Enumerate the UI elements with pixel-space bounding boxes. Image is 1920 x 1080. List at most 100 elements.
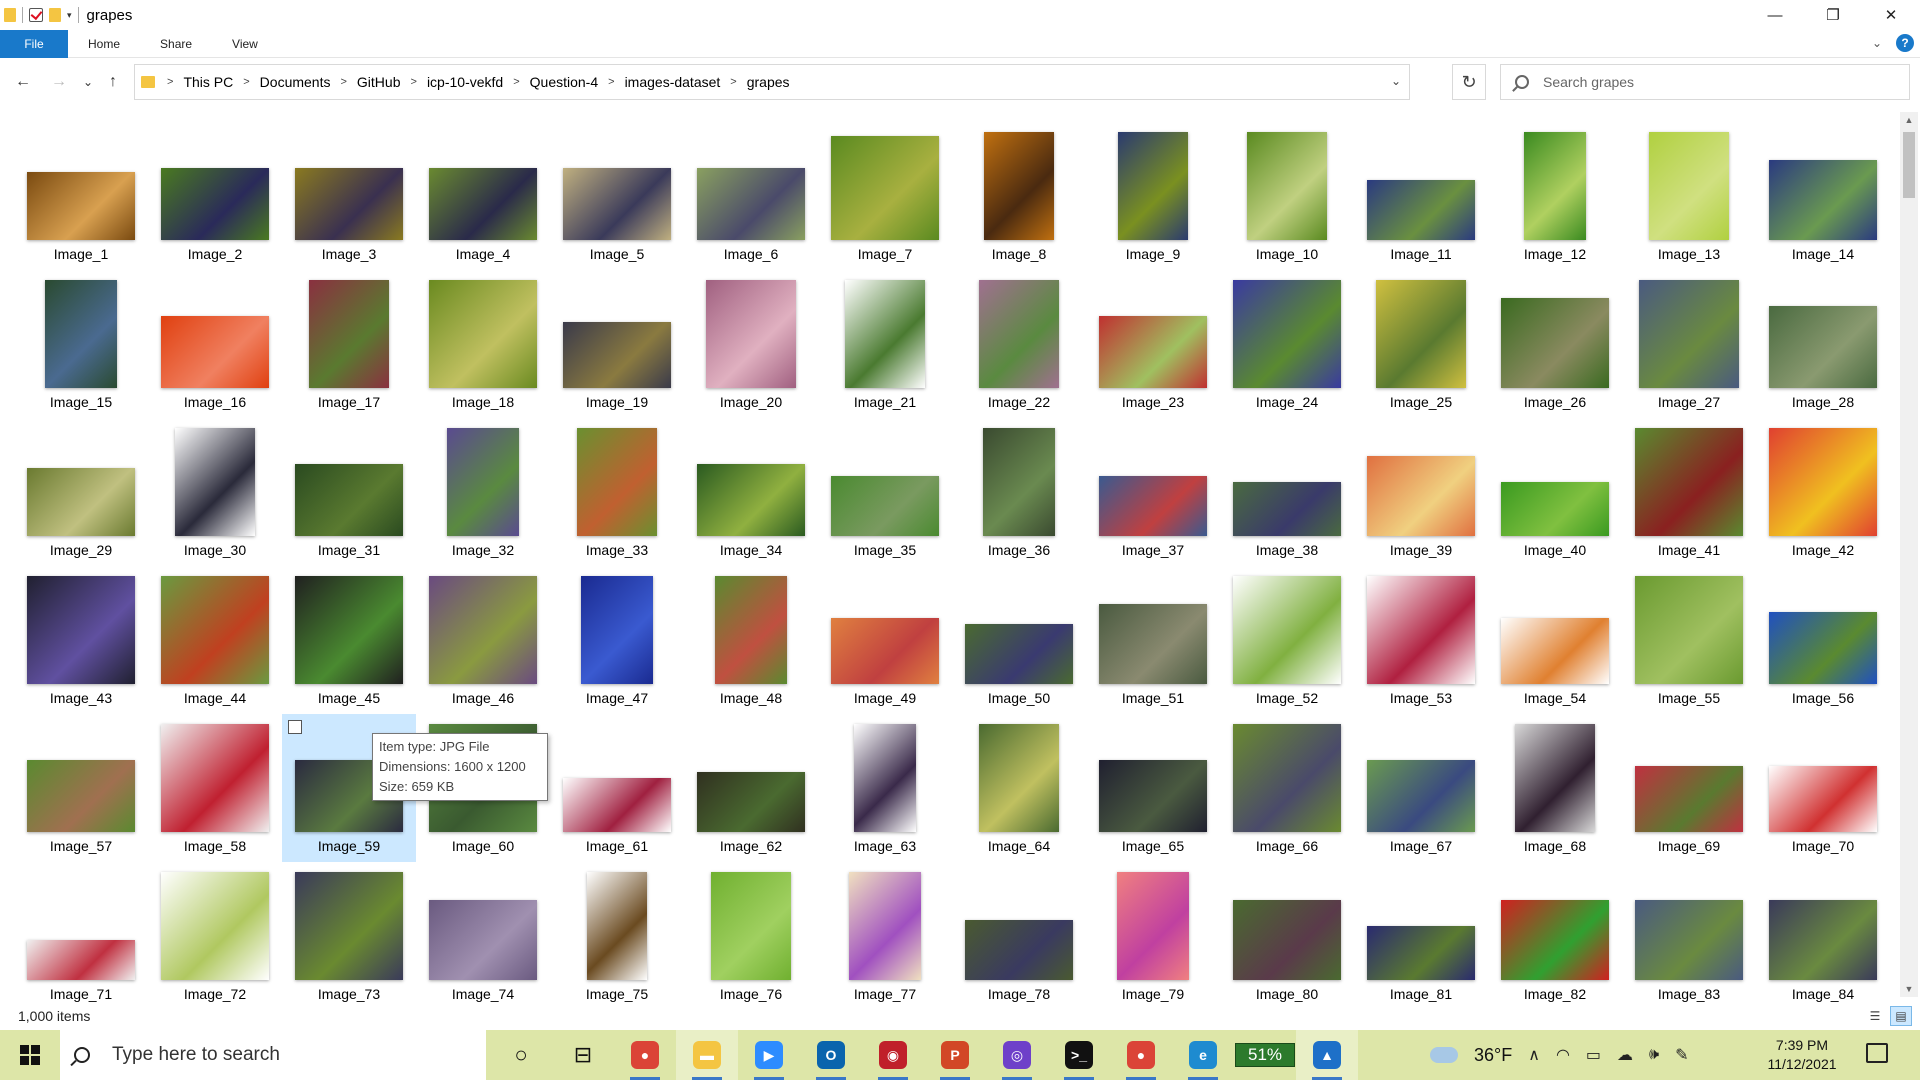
search-box[interactable] (1500, 64, 1910, 100)
image-thumbnail[interactable] (983, 428, 1055, 536)
image-thumbnail[interactable] (1233, 724, 1341, 832)
file-item[interactable]: Image_54 (1488, 566, 1622, 714)
file-item[interactable]: Image_2 (148, 122, 282, 270)
image-thumbnail[interactable] (1769, 900, 1877, 980)
image-thumbnail[interactable] (1769, 766, 1877, 832)
file-item[interactable]: Image_71 (14, 862, 148, 1005)
image-thumbnail[interactable] (831, 136, 939, 240)
image-thumbnail[interactable] (965, 624, 1073, 684)
image-thumbnail[interactable] (706, 280, 796, 388)
taskbar-app[interactable]: ▶ (738, 1030, 800, 1080)
image-thumbnail[interactable] (979, 724, 1059, 832)
file-item[interactable]: Image_81 (1354, 862, 1488, 1005)
image-thumbnail[interactable] (295, 464, 403, 536)
breadcrumb-documents[interactable]: Documents (256, 74, 335, 90)
file-item[interactable]: Image_66 (1220, 714, 1354, 862)
image-thumbnail[interactable] (1367, 456, 1475, 536)
file-item[interactable]: Image_11 (1354, 122, 1488, 270)
image-thumbnail[interactable] (1501, 900, 1609, 980)
image-thumbnail[interactable] (1635, 428, 1743, 536)
file-item[interactable]: Image_78 (952, 862, 1086, 1005)
file-item[interactable]: Image_10 (1220, 122, 1354, 270)
image-thumbnail[interactable] (175, 428, 255, 536)
file-item[interactable]: Image_42 (1756, 418, 1890, 566)
image-thumbnail[interactable] (563, 168, 671, 240)
image-thumbnail[interactable] (715, 576, 787, 684)
file-item[interactable]: Image_84 (1756, 862, 1890, 1005)
file-item[interactable]: Image_15 (14, 270, 148, 418)
file-item[interactable]: Image_61 (550, 714, 684, 862)
image-thumbnail[interactable] (295, 872, 403, 980)
image-thumbnail[interactable] (429, 280, 537, 388)
file-item[interactable]: Image_3 (282, 122, 416, 270)
chevron-right-icon[interactable]: > (602, 76, 620, 88)
file-item[interactable]: Image_82 (1488, 862, 1622, 1005)
file-item[interactable]: Image_5 (550, 122, 684, 270)
image-thumbnail[interactable] (447, 428, 519, 536)
file-item[interactable]: Image_26 (1488, 270, 1622, 418)
taskbar-search[interactable]: Type here to search (60, 1030, 486, 1080)
file-item[interactable]: Image_30 (148, 418, 282, 566)
file-item[interactable]: Image_19 (550, 270, 684, 418)
breadcrumb-github[interactable]: GitHub (353, 74, 405, 90)
file-item[interactable]: Image_76 (684, 862, 818, 1005)
back-button[interactable]: ← (10, 67, 36, 97)
minimize-button[interactable]: — (1746, 0, 1804, 30)
vertical-scrollbar[interactable]: ▲ ▼ (1900, 112, 1918, 997)
image-thumbnail[interactable] (1117, 872, 1189, 980)
file-item[interactable]: Image_58 (148, 714, 282, 862)
image-thumbnail[interactable] (1635, 900, 1743, 980)
image-thumbnail[interactable] (1099, 760, 1207, 832)
file-item[interactable]: Image_39 (1354, 418, 1488, 566)
image-thumbnail[interactable] (161, 316, 269, 388)
image-thumbnail[interactable] (697, 168, 805, 240)
file-item[interactable]: Image_72 (148, 862, 282, 1005)
file-item[interactable]: Image_50 (952, 566, 1086, 714)
properties-icon[interactable] (29, 8, 43, 22)
file-item[interactable]: Image_46 (416, 566, 550, 714)
file-item[interactable]: Image_62 (684, 714, 818, 862)
file-item[interactable]: Image_80 (1220, 862, 1354, 1005)
taskbar-app[interactable]: ◎ (986, 1030, 1048, 1080)
chevron-right-icon[interactable]: > (405, 76, 423, 88)
file-item[interactable]: Image_14 (1756, 122, 1890, 270)
image-thumbnail[interactable] (309, 280, 389, 388)
weather-icon[interactable] (1430, 1047, 1458, 1063)
file-item[interactable]: Image_7 (818, 122, 952, 270)
file-item[interactable]: Image_40 (1488, 418, 1622, 566)
image-thumbnail[interactable] (429, 168, 537, 240)
file-item[interactable]: Image_32 (416, 418, 550, 566)
tab-share[interactable]: Share (140, 30, 212, 58)
address-bar[interactable]: > This PC > Documents > GitHub > icp-10-… (134, 64, 1410, 100)
chevron-right-icon[interactable]: > (237, 76, 255, 88)
image-thumbnail[interactable] (1367, 576, 1475, 684)
file-item[interactable]: Image_79 (1086, 862, 1220, 1005)
file-item[interactable]: Image_43 (14, 566, 148, 714)
file-item[interactable]: Image_8 (952, 122, 1086, 270)
breadcrumb-images-dataset[interactable]: images-dataset (621, 74, 725, 90)
file-item[interactable]: Image_31 (282, 418, 416, 566)
image-thumbnail[interactable] (1233, 482, 1341, 536)
large-icons-view-icon[interactable]: ▤ (1890, 1006, 1912, 1026)
file-item[interactable]: Image_49 (818, 566, 952, 714)
image-thumbnail[interactable] (711, 872, 791, 980)
image-thumbnail[interactable] (161, 168, 269, 240)
image-thumbnail[interactable] (831, 476, 939, 536)
image-thumbnail[interactable] (27, 172, 135, 240)
customize-toolbar-icon[interactable]: ▾ (67, 10, 72, 21)
file-item[interactable]: Image_75 (550, 862, 684, 1005)
taskbar-app[interactable]: ▲ (1296, 1030, 1358, 1080)
maximize-button[interactable]: ❐ (1804, 0, 1862, 30)
scroll-up-icon[interactable]: ▲ (1900, 112, 1918, 128)
taskbar-app[interactable]: ⊟ (552, 1030, 614, 1080)
volume-icon[interactable]: 🕪 (1649, 1046, 1659, 1064)
file-item[interactable]: Image_37 (1086, 418, 1220, 566)
taskbar-app[interactable]: ○ (490, 1030, 552, 1080)
image-thumbnail[interactable] (429, 900, 537, 980)
image-thumbnail[interactable] (965, 920, 1073, 980)
file-item[interactable]: Image_83 (1622, 862, 1756, 1005)
image-thumbnail[interactable] (27, 760, 135, 832)
file-item[interactable]: Image_48 (684, 566, 818, 714)
file-item[interactable]: Image_36 (952, 418, 1086, 566)
image-thumbnail[interactable] (295, 168, 403, 240)
